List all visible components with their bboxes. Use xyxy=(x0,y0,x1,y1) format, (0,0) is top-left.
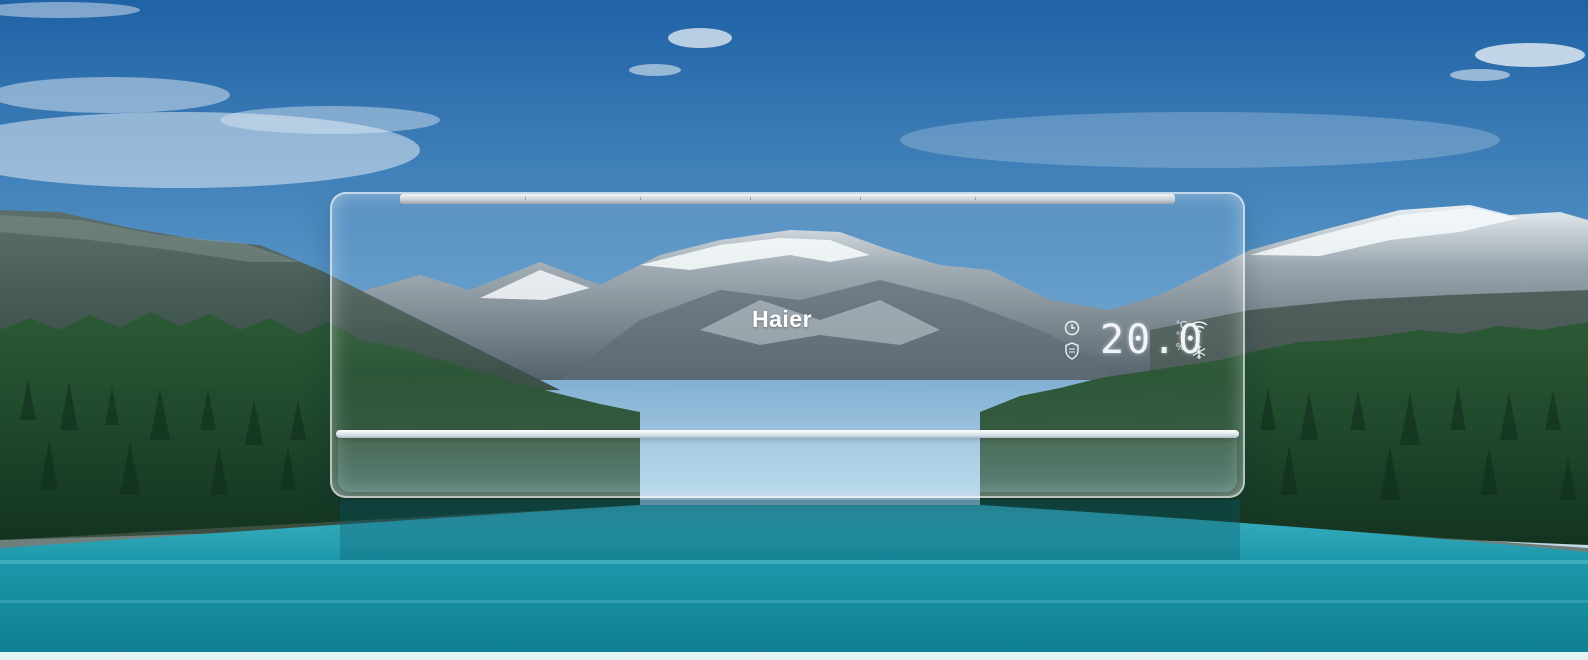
vent-divider xyxy=(750,197,751,200)
lower-panel xyxy=(338,438,1237,492)
wifi-icon xyxy=(1190,320,1208,336)
clock-icon xyxy=(1064,320,1080,336)
unit-percent: % xyxy=(1176,342,1185,353)
vent-divider xyxy=(640,197,641,200)
vent-divider xyxy=(975,197,976,200)
unit-fahrenheit: °F xyxy=(1176,331,1187,342)
snowflake-icon xyxy=(1191,344,1207,360)
vent-divider xyxy=(860,197,861,200)
air-conditioner-unit: Haier 20.0 °C °F % xyxy=(330,192,1245,498)
shield-icon xyxy=(1064,342,1080,360)
temperature-display: 20.0 °C °F % xyxy=(1060,318,1210,364)
temperature-value: 20.0 xyxy=(1100,317,1205,363)
unit-celsius: °C xyxy=(1176,320,1188,331)
air-outlet-strip xyxy=(400,194,1175,204)
vent-divider xyxy=(525,197,526,200)
air-deflector-bar xyxy=(336,430,1239,438)
hero-scene: Haier 20.0 °C °F % xyxy=(0,0,1588,660)
brand-logo: Haier xyxy=(752,306,813,332)
unit-indicators: °C °F % xyxy=(1176,320,1187,353)
